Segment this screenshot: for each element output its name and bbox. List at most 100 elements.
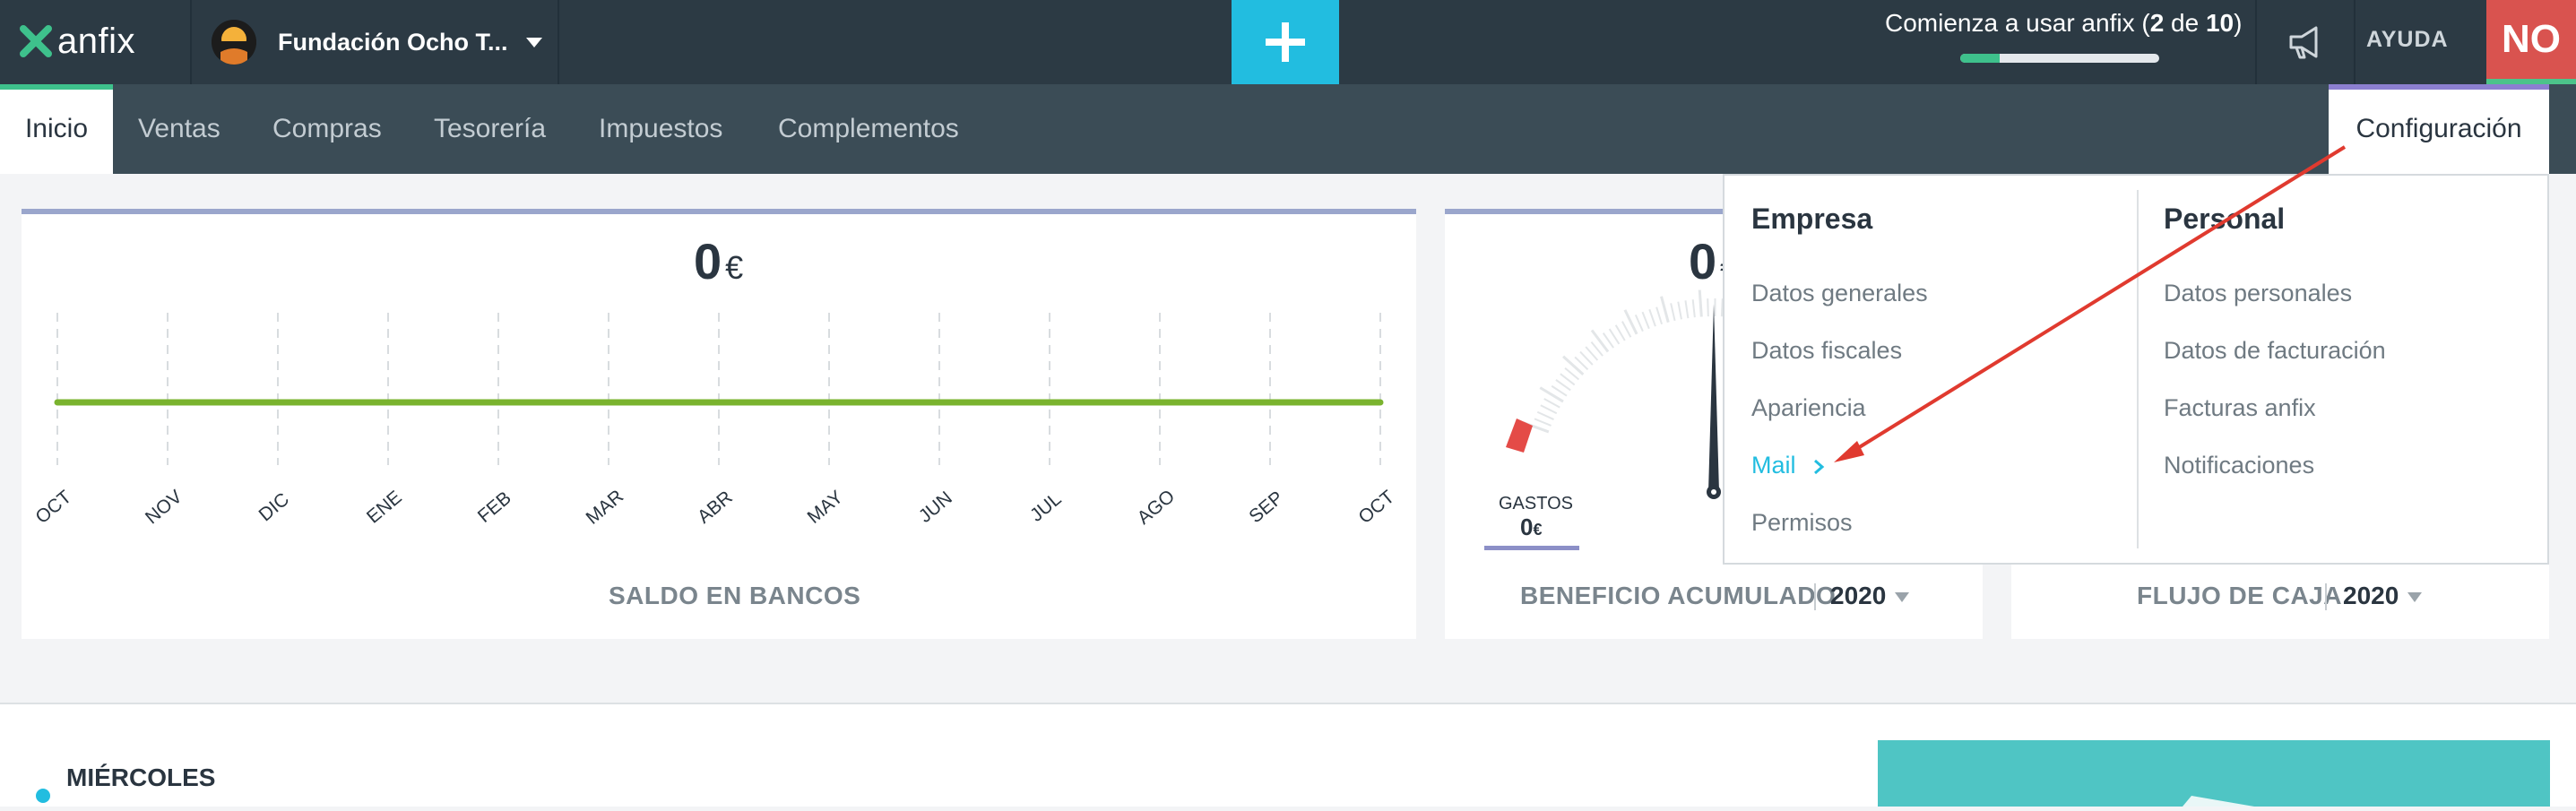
- day-marker-dot: [36, 789, 50, 803]
- gauge-tick: [1649, 309, 1655, 326]
- chevron-down-icon: [2407, 592, 2422, 602]
- gauge-tick: [1656, 307, 1662, 324]
- divider: [190, 0, 192, 84]
- gauge-tick: [1685, 300, 1688, 318]
- gauge-tick: [1671, 303, 1674, 321]
- plus-icon: [1264, 21, 1307, 64]
- promo-illustration: [1878, 740, 2550, 807]
- tab-tesoreria[interactable]: Tesorería: [434, 84, 546, 174]
- x-tick-label: MAR: [583, 486, 628, 529]
- gauge-tick: [1693, 299, 1695, 317]
- progress-fill: [1960, 54, 2000, 63]
- main-nav: Inicio Ventas Compras Tesorería Impuesto…: [0, 84, 2576, 174]
- configuration-menu: Empresa Datos generales Datos fiscales A…: [1723, 174, 2549, 565]
- saldo-card: 0€ OCTNOVDICENEFEBMARABRMAYJUNJULAGOSEPO…: [22, 209, 1416, 639]
- logo-text: anfix: [57, 22, 135, 62]
- tab-inicio[interactable]: Inicio: [0, 84, 113, 174]
- gauge-tick: [1556, 380, 1570, 391]
- gauge-tick: [1537, 412, 1553, 419]
- flujo-year-select[interactable]: 2020: [2343, 582, 2422, 610]
- gauge-tick: [1616, 325, 1625, 341]
- gauge-tick: [1678, 302, 1681, 320]
- gauge-tick: [1699, 290, 1701, 317]
- empresa-heading: Empresa: [1751, 203, 1872, 236]
- tab-compras[interactable]: Compras: [272, 84, 382, 174]
- gastos-amount: 0€: [1520, 513, 1542, 541]
- menu-item-datos-generales[interactable]: Datos generales: [1751, 280, 1928, 307]
- saldo-title: SALDO EN BANCOS: [609, 582, 860, 610]
- gauge-tick: [1552, 386, 1567, 396]
- company-name: Fundación Ocho T...: [278, 29, 508, 56]
- beneficio-year-select[interactable]: 2020: [1830, 582, 1909, 610]
- personal-heading: Personal: [2164, 203, 2285, 236]
- gauge-tick: [1662, 297, 1669, 323]
- top-bar: anfix Fundación Ocho T... Comienza a usa…: [0, 0, 2576, 84]
- onboarding-progress[interactable]: Comienza a usar anfix (2 de 10): [1885, 9, 2235, 38]
- gauge-tick: [1544, 399, 1560, 408]
- onboarding-progress-bar: [1960, 54, 2159, 63]
- agenda-day: MIÉRCOLES: [66, 764, 215, 792]
- gauge-tick: [1534, 418, 1552, 426]
- gauge-tick: [1560, 374, 1575, 384]
- title-separator: [1814, 583, 1816, 610]
- chevron-down-icon: [526, 38, 542, 47]
- menu-column-divider: [2137, 190, 2139, 548]
- help-link[interactable]: AYUDA: [2366, 27, 2449, 53]
- flujo-title: FLUJO DE CAJA: [2137, 582, 2342, 610]
- tab-ventas[interactable]: Ventas: [138, 84, 220, 174]
- megaphone-icon[interactable]: [2284, 20, 2329, 65]
- gauge-tick: [1642, 312, 1648, 329]
- gauge-tick: [1636, 315, 1643, 331]
- promo-card[interactable]: [1878, 740, 2550, 807]
- x-tick-label: JUL: [1026, 488, 1065, 526]
- gauge-needle: [1708, 304, 1719, 492]
- gauge-tick: [1592, 331, 1608, 352]
- title-separator: [2325, 583, 2327, 610]
- menu-item-permisos[interactable]: Permisos: [1751, 509, 1853, 537]
- menu-item-datos-personales[interactable]: Datos personales: [2164, 280, 2352, 307]
- gauge-tick: [1563, 357, 1583, 375]
- x-tick-label: FEB: [474, 487, 515, 527]
- tab-impuestos[interactable]: Impuestos: [599, 84, 722, 174]
- saldo-amount: 0€: [694, 232, 743, 290]
- tab-complementos[interactable]: Complementos: [778, 84, 959, 174]
- divider: [2354, 0, 2356, 84]
- divider: [2255, 0, 2257, 84]
- x-tick-label: DIC: [255, 489, 293, 526]
- menu-item-facturas-anfix[interactable]: Facturas anfix: [2164, 394, 2316, 422]
- gauge-tick: [1622, 322, 1630, 338]
- gauge-tick: [1610, 329, 1620, 344]
- x-tick-label: ENE: [363, 487, 406, 527]
- menu-item-datos-fiscales[interactable]: Datos fiscales: [1751, 337, 1902, 365]
- divider: [558, 0, 559, 84]
- anfix-x-icon: [20, 25, 52, 57]
- x-tick-label: JUN: [915, 487, 956, 527]
- menu-item-datos-facturacion[interactable]: Datos de facturación: [2164, 337, 2386, 365]
- gauge-tick: [1707, 298, 1708, 316]
- chevron-down-icon: [1895, 592, 1909, 602]
- company-switcher[interactable]: Fundación Ocho T...: [212, 18, 542, 66]
- add-button[interactable]: [1232, 0, 1339, 84]
- menu-item-notificaciones[interactable]: Notificaciones: [2164, 452, 2314, 479]
- menu-item-mail[interactable]: Mail: [1751, 452, 1826, 479]
- anfix-logo[interactable]: anfix: [20, 18, 135, 65]
- gauge-tick: [1541, 405, 1557, 413]
- company-avatar: [212, 20, 256, 65]
- chevron-right-icon: [1811, 458, 1826, 476]
- beneficio-title: BENEFICIO ACUMULADO: [1520, 582, 1836, 610]
- tab-configuracion[interactable]: Configuración: [2329, 84, 2549, 174]
- x-tick-label: MAY: [804, 487, 847, 528]
- user-avatar[interactable]: NO: [2486, 0, 2576, 84]
- gastos-label: GASTOS: [1499, 494, 1573, 514]
- x-tick-label: ABR: [694, 487, 737, 527]
- x-tick-label: OCT: [31, 487, 75, 528]
- x-tick-label: OCT: [1354, 487, 1398, 528]
- saldo-chart: OCT NOV DIC ENE FEB MAR ABR MAY JUN JUL AGO SEP OCT: [22, 295, 1416, 617]
- x-tick-label: NOV: [142, 487, 186, 529]
- x-tick-label: SEP: [1245, 487, 1287, 528]
- gauge-tick: [1540, 388, 1563, 401]
- onboarding-text: Comienza a usar anfix (2 de 10): [1885, 9, 2235, 38]
- x-tick-label: AGO: [1134, 486, 1180, 529]
- gastos-underline: [1484, 546, 1579, 550]
- menu-item-apariencia[interactable]: Apariencia: [1751, 394, 1866, 422]
